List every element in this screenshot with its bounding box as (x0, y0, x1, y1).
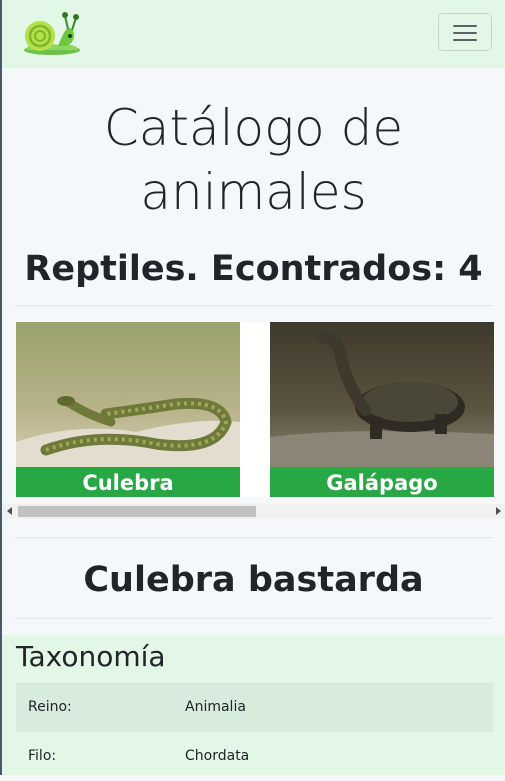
hamburger-menu-icon[interactable] (438, 13, 492, 51)
taxonomy-value: Animalia (185, 699, 246, 715)
table-row: Filo: Chordata (16, 732, 493, 781)
page-title: Catálogo de animales (103, 99, 404, 221)
divider (15, 537, 492, 538)
taxonomy-section: Taxonomía Reino: Animalia Filo: Chordata (2, 635, 505, 775)
animal-name-heading: Culebra bastarda (83, 560, 424, 600)
animal-card-label: Culebra (16, 467, 240, 497)
taxonomy-key: Reino: (28, 699, 72, 715)
navbar (2, 0, 505, 68)
animal-card-galapago[interactable]: Galápago (270, 322, 494, 497)
divider (15, 618, 492, 619)
scroll-left-icon[interactable] (7, 507, 12, 515)
divider (15, 305, 492, 306)
animal-card-label: Galápago (270, 467, 494, 497)
catalog-heading: Reptiles. Econtrados: 4 (24, 249, 483, 289)
turtle-photo (270, 322, 494, 467)
table-row: Reino: Animalia (16, 683, 493, 732)
snake-photo (16, 322, 240, 467)
taxonomy-key: Filo: (28, 748, 57, 764)
snail-icon[interactable] (18, 10, 80, 56)
taxonomy-value: Chordata (185, 748, 250, 764)
animal-gallery: Culebra Galápago (16, 322, 494, 497)
animal-card-culebra[interactable]: Culebra (16, 322, 240, 497)
taxonomy-title: Taxonomía (16, 640, 166, 673)
horizontal-scrollbar[interactable] (2, 504, 505, 519)
scrollbar-thumb[interactable] (18, 506, 256, 517)
scroll-right-icon[interactable] (496, 507, 501, 515)
